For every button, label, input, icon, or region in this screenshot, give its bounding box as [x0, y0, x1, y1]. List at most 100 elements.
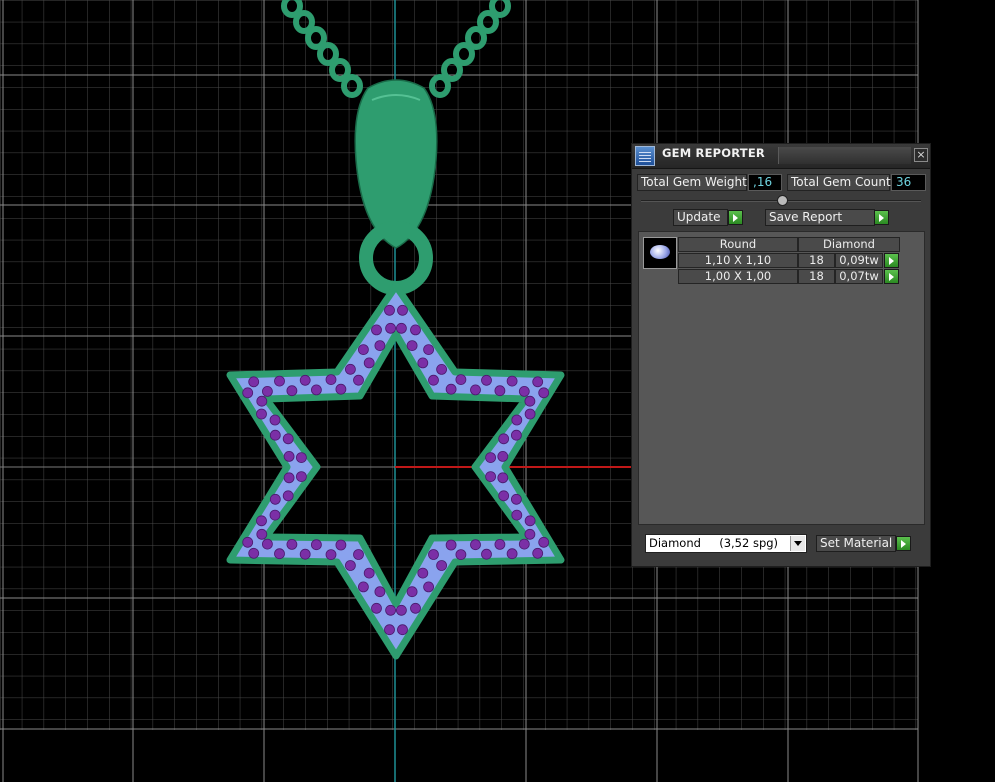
- gem-stone: [481, 548, 492, 560]
- gem-stone: [436, 560, 448, 571]
- gem-stone: [481, 374, 492, 386]
- gem-stone: [256, 408, 267, 420]
- gem-stone: [511, 493, 522, 505]
- gem-stone: [395, 322, 407, 334]
- gem-stone: [423, 581, 435, 593]
- gem-stone: [497, 450, 509, 462]
- gem-stone: [242, 536, 254, 548]
- gem-stone: [423, 344, 435, 356]
- gem-stone: [518, 385, 530, 397]
- row-go-icon[interactable]: [884, 269, 899, 284]
- set-material-go-icon[interactable]: [896, 536, 911, 551]
- row-count: 18: [798, 253, 835, 268]
- gem-stone: [256, 528, 268, 540]
- gem-stone: [310, 539, 322, 551]
- gem-stone: [371, 324, 382, 336]
- gem-stone: [455, 549, 467, 560]
- row-go-icon[interactable]: [884, 253, 899, 268]
- row-weight: 0,07tw: [835, 269, 883, 284]
- gem-stone: [256, 515, 267, 527]
- gem-stone: [363, 567, 375, 579]
- gem-stone: [524, 515, 536, 527]
- gem-stone: [485, 452, 497, 464]
- update-go-icon[interactable]: [728, 210, 743, 225]
- gem-stone: [384, 304, 395, 316]
- gem-stone: [335, 539, 347, 551]
- gem-stone: [455, 374, 467, 386]
- gem-stone: [506, 375, 518, 387]
- gem-stone: [353, 549, 364, 560]
- gem-stone: [532, 547, 544, 559]
- gem-stone: [248, 547, 260, 559]
- gem-stone: [269, 429, 281, 441]
- gem-stone: [518, 538, 530, 550]
- gem-stone: [363, 357, 375, 369]
- gem-stone: [445, 383, 457, 395]
- gem-stone: [261, 385, 273, 397]
- close-icon[interactable]: ×: [914, 148, 928, 162]
- gem-stone: [538, 387, 550, 399]
- column-shape: Round: [678, 237, 798, 252]
- total-gem-weight-value: ,16: [748, 174, 782, 191]
- gem-stone: [274, 375, 285, 387]
- gem-stone: [506, 548, 518, 560]
- gem-stone: [344, 560, 356, 571]
- update-button[interactable]: Update: [673, 209, 728, 226]
- gem-stone: [511, 429, 522, 441]
- gem-stone: [282, 433, 294, 445]
- gem-stone: [524, 408, 536, 420]
- gem-stone: [371, 602, 382, 614]
- panel-titlebar[interactable]: GEM REPORTER ×: [632, 144, 930, 169]
- gem-stone: [406, 586, 418, 598]
- gem-stone: [286, 385, 298, 397]
- gem-stone: [410, 602, 421, 614]
- gem-shape-icon[interactable]: [643, 237, 677, 269]
- material-select-value: Diamond (3,52 spg): [649, 536, 779, 550]
- gem-stone: [470, 539, 481, 551]
- gem-stone: [497, 472, 509, 484]
- gem-stone: [410, 324, 421, 336]
- gem-stone: [428, 374, 439, 386]
- gem-stone: [538, 536, 550, 548]
- gem-stone: [436, 363, 448, 375]
- set-material-button[interactable]: Set Material: [816, 535, 896, 552]
- gem-stone: [269, 493, 281, 505]
- titlebar-drag-area[interactable]: [778, 147, 911, 164]
- total-gem-weight-label: Total Gem Weight: [637, 174, 747, 191]
- gem-stone: [286, 539, 298, 550]
- gem-stone: [498, 490, 510, 502]
- gem-stone: [511, 509, 523, 521]
- gem-stone: [374, 340, 386, 352]
- gem-list: Round Diamond 1,10 X 1,10 18 0,09tw 1,00…: [638, 231, 925, 525]
- gem-stone: [357, 344, 369, 356]
- gem-stone: [395, 604, 407, 616]
- gem-stone: [299, 374, 311, 386]
- gem-stone: [494, 539, 506, 550]
- material-select[interactable]: Diamond (3,52 spg): [645, 534, 807, 553]
- save-report-button[interactable]: Save Report: [765, 209, 875, 226]
- gem-stone: [494, 385, 506, 397]
- gem-reporter-icon: [635, 146, 655, 166]
- slider-handle[interactable]: [777, 195, 788, 206]
- gem-stone: [310, 384, 322, 396]
- gem-stone: [274, 548, 285, 560]
- gem-stone: [269, 414, 281, 426]
- gem-stone: [445, 539, 457, 551]
- gem-stone: [428, 549, 439, 560]
- save-report-go-icon[interactable]: [874, 210, 889, 225]
- row-weight: 0,09tw: [835, 253, 883, 268]
- gem-stone: [325, 374, 337, 386]
- gem-stone: [374, 586, 386, 598]
- gem-stone: [335, 383, 347, 395]
- gem-stone: [532, 376, 544, 388]
- gem-stone: [325, 549, 337, 560]
- gem-stone: [470, 384, 481, 396]
- gem-stone: [256, 395, 268, 407]
- gem-stone: [417, 567, 429, 579]
- gem-stone: [357, 581, 369, 593]
- chevron-down-icon[interactable]: [790, 536, 805, 551]
- gem-stone: [344, 363, 356, 375]
- gem-stone: [397, 304, 408, 316]
- gem-stone: [299, 548, 311, 560]
- gem-stone: [261, 538, 273, 550]
